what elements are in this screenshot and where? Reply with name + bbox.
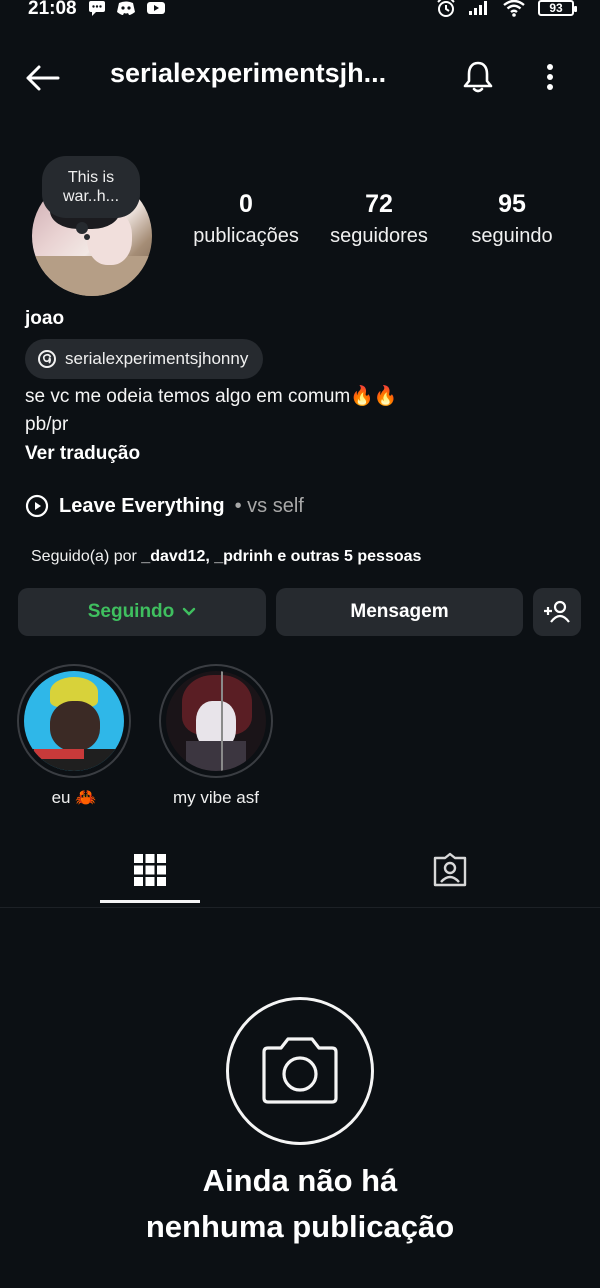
tab-posts-grid[interactable]: [100, 848, 200, 892]
arrow-left-icon: [26, 65, 60, 91]
stat-followers[interactable]: 72 seguidores: [314, 190, 444, 248]
threads-handle: serialexperimentsjhonny: [65, 349, 249, 368]
profile-note-bubble[interactable]: This is war..h...: [42, 156, 140, 218]
message-button[interactable]: Mensagem: [276, 588, 523, 636]
following-button[interactable]: Seguindo: [18, 588, 266, 636]
youtube-icon: [147, 2, 165, 14]
stat-following[interactable]: 95 seguindo: [447, 190, 577, 248]
following-label: Seguindo: [87, 601, 175, 622]
status-time: 21:08: [28, 0, 77, 19]
tab-tagged[interactable]: [400, 848, 500, 892]
alarm-icon: [437, 0, 455, 17]
discord-icon: [117, 1, 135, 15]
threads-badge[interactable]: serialexperimentsjhonny: [25, 339, 264, 379]
message-label: Mensagem: [350, 601, 449, 622]
highlight-eu[interactable]: eu 🦀: [17, 664, 131, 808]
stat-following-label: seguindo: [471, 225, 553, 247]
bio-line-1: se vc me odeia temos algo em comum🔥🔥: [25, 386, 398, 407]
stat-posts-value: 0: [239, 190, 253, 218]
bell-icon: [463, 61, 493, 93]
play-circle-icon: [25, 494, 49, 518]
highlight-my-vibe[interactable]: my vibe asf: [159, 664, 273, 808]
stat-following-value: 95: [498, 190, 526, 218]
followed-by-users: _davd12, _pdrinh: [141, 548, 273, 565]
camera-icon: [262, 1037, 338, 1104]
stat-followers-value: 72: [365, 190, 393, 218]
see-translation-link[interactable]: Ver tradução: [25, 443, 140, 465]
empty-state-line-2: nenhuma publicação: [145, 1209, 455, 1244]
more-options-button[interactable]: [538, 60, 562, 94]
highlight-my-vibe-label: my vibe asf: [173, 788, 259, 807]
message-icon: [89, 1, 105, 16]
profile-tabs: [0, 840, 600, 908]
wifi-icon: [503, 0, 525, 17]
followed-by-text[interactable]: Seguido(a) por _davd12, _pdrinh e outras…: [31, 548, 421, 566]
signal-icon: [469, 1, 487, 15]
stat-posts[interactable]: 0 publicações: [181, 190, 311, 248]
add-person-icon: [544, 600, 570, 623]
suggested-users-button[interactable]: [533, 588, 581, 636]
stat-posts-label: publicações: [193, 225, 299, 247]
profile-display-name: joao: [25, 308, 65, 329]
notifications-button[interactable]: [460, 58, 496, 96]
active-tab-indicator: [100, 900, 200, 903]
music-artist: • vs self: [234, 494, 304, 517]
more-vertical-icon: [547, 64, 553, 90]
header-username: serialexperimentsjh...: [110, 58, 387, 88]
bio-line-2: pb/pr: [25, 414, 69, 435]
music-title: Leave Everything: [59, 494, 225, 517]
stat-followers-label: seguidores: [330, 225, 428, 247]
empty-state-camera: [226, 997, 374, 1145]
profile-music[interactable]: Leave Everything • vs self: [25, 494, 304, 518]
highlight-eu-label: eu 🦀: [51, 788, 97, 807]
grid-icon: [134, 854, 166, 886]
chevron-down-icon: [183, 607, 196, 616]
tagged-person-icon: [433, 852, 467, 887]
status-bar: 21:08 93: [0, 0, 600, 26]
highlight-eu-cover: [24, 671, 124, 771]
highlight-my-vibe-cover: [166, 671, 266, 771]
empty-state-text: Ainda não há nenhuma publicação: [0, 1158, 600, 1250]
back-button[interactable]: [22, 60, 62, 96]
battery-indicator: 93: [538, 0, 577, 16]
empty-state-line-1: Ainda não há: [202, 1163, 398, 1198]
threads-icon: [38, 350, 56, 368]
